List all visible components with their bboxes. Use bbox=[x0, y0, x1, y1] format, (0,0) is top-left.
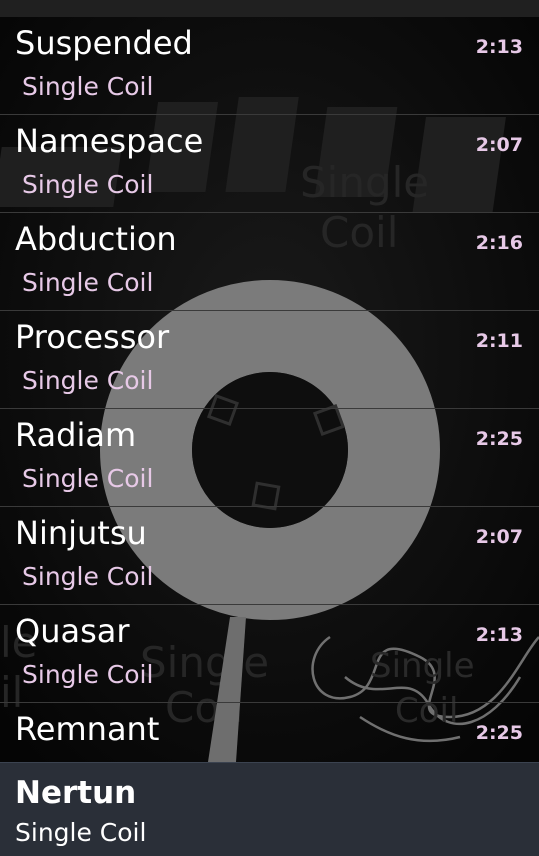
track-artist: Single Coil bbox=[22, 72, 154, 101]
track-duration: 2:07 bbox=[475, 134, 523, 156]
track-title: Suspended bbox=[15, 24, 193, 62]
track-title: Ninjutsu bbox=[15, 514, 147, 552]
track-row[interactable]: Suspended Single Coil 2:13 bbox=[0, 17, 539, 115]
track-artist: Single Coil bbox=[22, 562, 154, 591]
track-duration: 2:16 bbox=[475, 232, 523, 254]
status-bar bbox=[0, 0, 539, 17]
track-artist: Single Coil bbox=[22, 464, 154, 493]
track-artist: Single Coil bbox=[22, 660, 154, 689]
track-row[interactable]: Radiam Single Coil 2:25 bbox=[0, 409, 539, 507]
track-row[interactable]: Abduction Single Coil 2:16 bbox=[0, 213, 539, 311]
track-artist: Single Coil bbox=[22, 268, 154, 297]
track-row[interactable]: Ninjutsu Single Coil 2:07 bbox=[0, 507, 539, 605]
now-playing-bar[interactable]: Nertun Single Coil bbox=[0, 762, 539, 856]
track-title: Quasar bbox=[15, 612, 130, 650]
track-title: Processor bbox=[15, 318, 170, 356]
track-duration: 2:13 bbox=[475, 624, 523, 646]
track-title: Abduction bbox=[15, 220, 177, 258]
track-duration: 2:25 bbox=[475, 428, 523, 450]
track-row[interactable]: Remnant 2:25 bbox=[0, 703, 539, 763]
track-list: Suspended Single Coil 2:13 Namespace Sin… bbox=[0, 17, 539, 763]
track-artist: Single Coil bbox=[22, 366, 154, 395]
now-playing-artist: Single Coil bbox=[15, 818, 147, 847]
track-title: Radiam bbox=[15, 416, 137, 454]
track-row[interactable]: Processor Single Coil 2:11 bbox=[0, 311, 539, 409]
music-player-screen: Single Coil Single Coil le il Single Coi… bbox=[0, 0, 539, 856]
track-duration: 2:25 bbox=[475, 722, 523, 744]
track-duration: 2:13 bbox=[475, 36, 523, 58]
track-duration: 2:07 bbox=[475, 526, 523, 548]
track-row[interactable]: Namespace Single Coil 2:07 bbox=[0, 115, 539, 213]
now-playing-title: Nertun bbox=[15, 775, 137, 811]
track-title: Namespace bbox=[15, 122, 204, 160]
track-row[interactable]: Quasar Single Coil 2:13 bbox=[0, 605, 539, 703]
track-title: Remnant bbox=[15, 710, 160, 748]
track-artist: Single Coil bbox=[22, 170, 154, 199]
track-duration: 2:11 bbox=[475, 330, 523, 352]
